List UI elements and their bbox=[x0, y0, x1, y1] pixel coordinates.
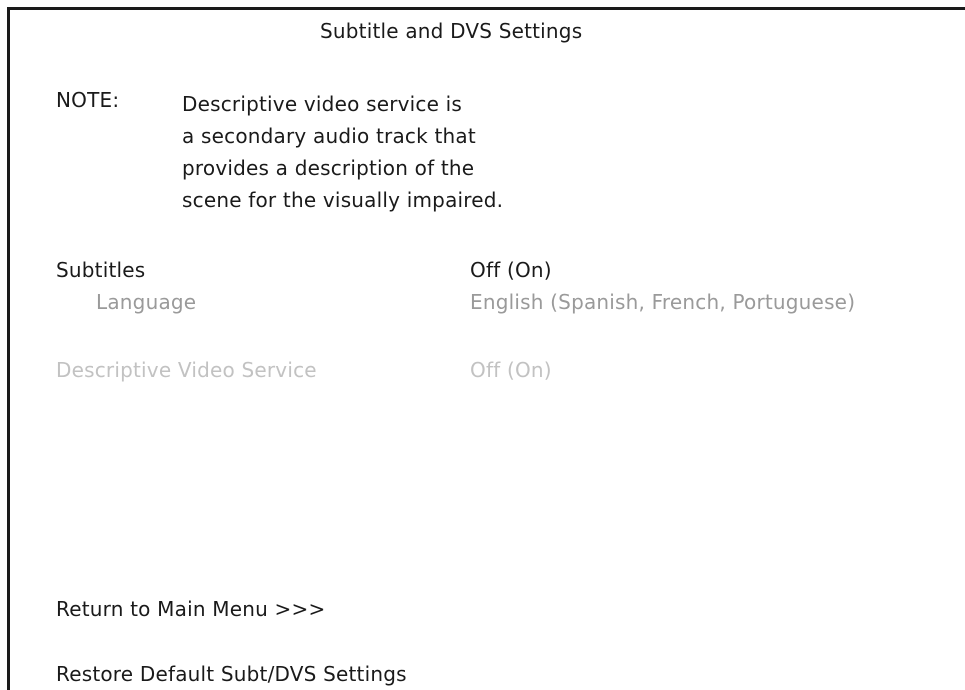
language-setting-label: Language bbox=[96, 290, 197, 314]
language-setting-value: English (Spanish, French, Portuguese) bbox=[470, 290, 856, 314]
note-line: a secondary audio track that bbox=[182, 124, 476, 148]
note-line: provides a description of the bbox=[182, 156, 475, 180]
note-line: Descriptive video service is bbox=[182, 92, 463, 116]
screen-title: Subtitle and DVS Settings bbox=[320, 19, 583, 43]
subtitles-setting-label[interactable]: Subtitles bbox=[56, 258, 145, 282]
note-line: scene for the visually impaired. bbox=[182, 188, 504, 212]
note-text: Descriptive video service is a secondary… bbox=[182, 88, 622, 216]
dvs-setting-value: Off (On) bbox=[470, 358, 552, 382]
return-to-main-menu-link[interactable]: Return to Main Menu >>> bbox=[56, 597, 325, 621]
dvs-setting-label: Descriptive Video Service bbox=[56, 358, 317, 382]
note-label: NOTE: bbox=[56, 88, 120, 112]
subtitles-setting-value[interactable]: Off (On) bbox=[470, 258, 552, 282]
restore-defaults-link[interactable]: Restore Default Subt/DVS Settings bbox=[56, 662, 407, 686]
